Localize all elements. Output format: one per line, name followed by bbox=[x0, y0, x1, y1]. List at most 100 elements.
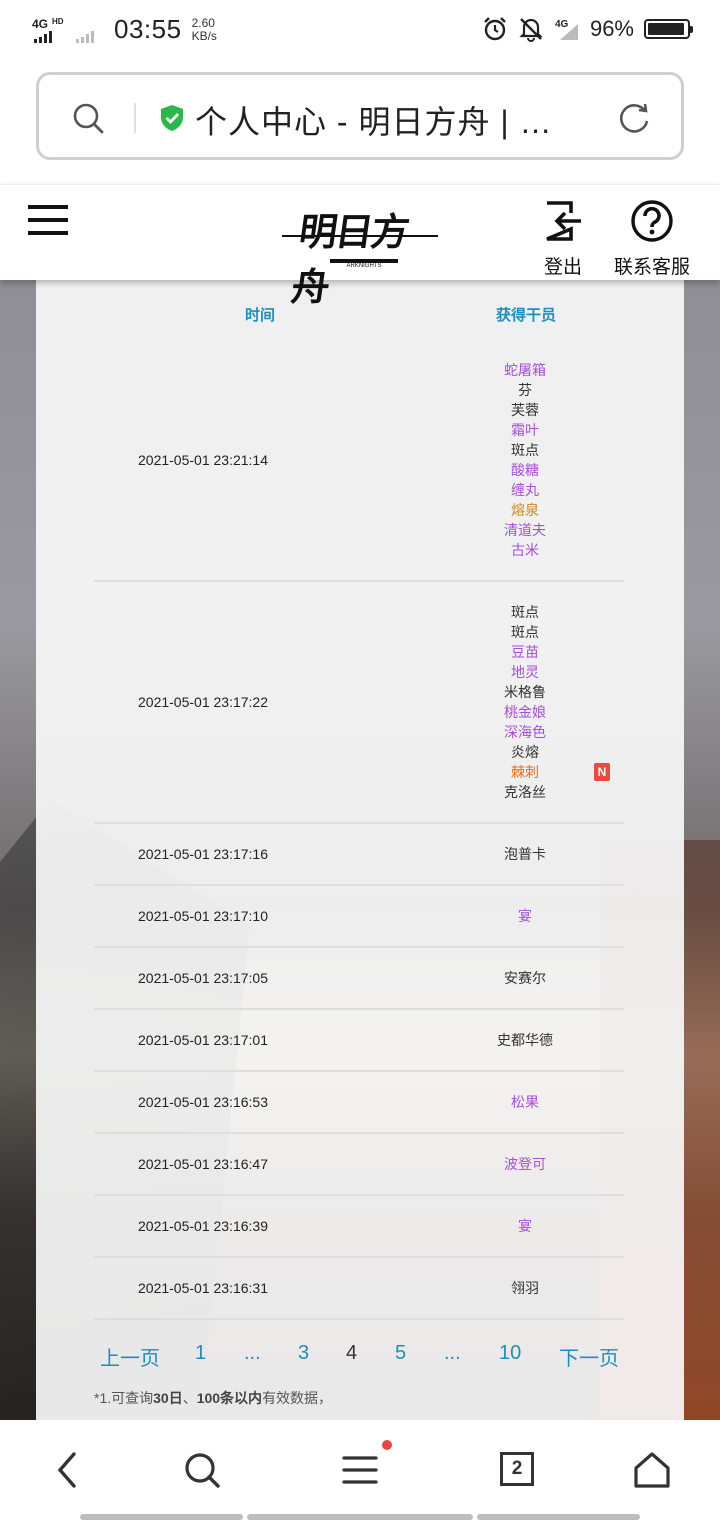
signal-sim2-icon bbox=[76, 15, 104, 45]
signal-4g-icon: 4G HD bbox=[30, 15, 66, 45]
signal-4g-icon-2: 4G bbox=[555, 19, 578, 40]
operator-name: 豆苗 bbox=[511, 644, 539, 660]
hamburger-menu-icon[interactable] bbox=[28, 205, 68, 237]
operator-name: 米格鲁 bbox=[504, 684, 546, 700]
menu-icon[interactable] bbox=[340, 1440, 392, 1490]
operator-name: 史都华德 bbox=[497, 1032, 553, 1048]
table-row: 2021-05-01 23:16:39 宴 bbox=[94, 1196, 624, 1258]
current-page: 4 bbox=[346, 1342, 358, 1364]
table-row: 2021-05-01 23:16:47 波登可 bbox=[94, 1134, 624, 1196]
table-row: 2021-05-01 23:17:10 宴 bbox=[94, 886, 624, 948]
row-operators: 松果 bbox=[388, 1092, 662, 1112]
page-3-link[interactable]: 3 bbox=[298, 1342, 309, 1365]
page-ellipsis: ... bbox=[244, 1342, 261, 1364]
page-10-link[interactable]: 10 bbox=[499, 1342, 521, 1365]
row-operators: 波登可 bbox=[388, 1154, 662, 1174]
page-1-link[interactable]: 1 bbox=[195, 1342, 206, 1365]
operator-name: 炎熔 bbox=[511, 744, 539, 760]
row-operators: 安赛尔 bbox=[388, 968, 662, 988]
row-operators: 史都华德 bbox=[388, 1030, 662, 1050]
operator-name: 斑点 bbox=[511, 442, 539, 458]
operator-name: 深海色 bbox=[504, 724, 546, 740]
mute-bell-icon bbox=[519, 18, 543, 42]
row-time: 2021-05-01 23:17:16 bbox=[138, 846, 268, 862]
row-operators: 翎羽 bbox=[388, 1278, 662, 1298]
operator-name: 波登可 bbox=[504, 1156, 546, 1172]
search-icon[interactable] bbox=[71, 101, 105, 135]
row-operators: 蛇屠箱芬芙蓉 霜叶 斑点 酸糖 缠丸 熔泉 清道夫 古米 bbox=[388, 360, 662, 560]
operator-name: 蛇屠箱 bbox=[504, 362, 546, 378]
history-table: 2021-05-01 23:21:14 蛇屠箱芬芙蓉 霜叶 斑点 酸糖 缠丸 熔泉 清道夫 古米… bbox=[94, 340, 624, 1320]
row-time: 2021-05-01 23:17:05 bbox=[138, 970, 268, 986]
battery-percent: 96% bbox=[589, 16, 634, 41]
logout-icon bbox=[546, 201, 581, 241]
row-time: 2021-05-01 23:16:47 bbox=[138, 1156, 268, 1172]
operator-name: 古米 bbox=[511, 542, 539, 558]
search-icon[interactable] bbox=[182, 1450, 222, 1490]
operator-name: 斑点 bbox=[511, 624, 539, 640]
operator-name: 地灵 bbox=[511, 664, 539, 680]
back-icon[interactable] bbox=[48, 1450, 88, 1490]
shield-check-icon bbox=[161, 105, 183, 131]
browser-bottom-nav: 2 bbox=[0, 1420, 720, 1520]
logo[interactable]: 明日方舟 ARKNIGHTS bbox=[282, 197, 438, 309]
column-header-operator: 获得干员 bbox=[495, 307, 556, 324]
operator-name: 宴 bbox=[518, 1218, 532, 1234]
operator-name: 宴 bbox=[518, 908, 532, 924]
operator-name: 克洛丝 bbox=[504, 784, 546, 800]
table-row: 2021-05-01 23:21:14 蛇屠箱芬芙蓉 霜叶 斑点 酸糖 缠丸 熔泉 清道夫 古米 bbox=[94, 340, 624, 582]
status-bar: 4G HD 03:55 2.60 KB/s 4G 96% bbox=[0, 0, 720, 64]
pagination: 上一页 1 ... 3 4 5 ... 10 下一页 bbox=[36, 1342, 684, 1372]
row-time: 2021-05-01 23:17:10 bbox=[138, 908, 268, 924]
operator-name: 斑点 bbox=[511, 604, 539, 620]
next-page-link[interactable]: 下一页 bbox=[559, 1342, 619, 1371]
operator-name: 安赛尔 bbox=[504, 970, 546, 986]
table-row: 2021-05-01 23:17:22 斑点 斑点 豆苗 地灵 米格鲁 桃金娘 深海色 炎熔 棘刺… bbox=[94, 582, 624, 824]
row-operators: 泡普卡 bbox=[388, 844, 662, 864]
row-time: 2021-05-01 23:17:22 bbox=[138, 694, 268, 710]
notification-dot bbox=[382, 1440, 392, 1450]
logout-button[interactable]: 登出 bbox=[540, 199, 586, 279]
clock: 03:55 bbox=[114, 14, 182, 44]
operator-name: 霜叶 bbox=[511, 422, 539, 438]
operator-name: 缠丸 bbox=[511, 482, 539, 498]
divider bbox=[134, 103, 136, 133]
reload-icon[interactable] bbox=[615, 99, 653, 137]
row-time: 2021-05-01 23:16:31 bbox=[138, 1280, 268, 1296]
page-5-link[interactable]: 5 bbox=[395, 1342, 406, 1365]
row-operators: 宴 bbox=[388, 1216, 662, 1236]
operator-name: 泡普卡 bbox=[504, 846, 546, 862]
row-operators: 宴 bbox=[388, 906, 662, 926]
operator-name: 芬 bbox=[518, 382, 532, 398]
tabs-icon: 2 bbox=[500, 1452, 534, 1486]
address-bar[interactable]: 个人中心 - 明日方舟 | … bbox=[36, 72, 684, 160]
gacha-history-card: 时间 获得干员 2021-05-01 23:21:14 蛇屠箱芬芙蓉 霜叶 斑点 酸糖缠… bbox=[36, 280, 684, 1420]
table-row: 2021-05-01 23:17:01 史都华德 bbox=[94, 1010, 624, 1072]
gesture-bar bbox=[477, 1514, 640, 1520]
table-row: 2021-05-01 23:16:31 翎羽 bbox=[94, 1258, 624, 1320]
battery-icon bbox=[644, 19, 693, 39]
network-speed: 2.60 KB/s bbox=[191, 15, 217, 43]
row-time: 2021-05-01 23:16:53 bbox=[138, 1094, 268, 1110]
site-header: 明日方舟 ARKNIGHTS 登出 联系客服 bbox=[0, 184, 720, 309]
contact-service-button[interactable]: 联系客服 bbox=[610, 199, 694, 279]
operator-name: 棘刺 N bbox=[388, 762, 662, 782]
operator-name: 桃金娘 bbox=[504, 704, 546, 720]
new-badge: N bbox=[594, 763, 610, 781]
operator-name: 翎羽 bbox=[511, 1280, 539, 1296]
operator-name: 酸糖 bbox=[511, 462, 539, 478]
prev-page-link[interactable]: 上一页 bbox=[100, 1342, 160, 1371]
page-ellipsis: ... bbox=[444, 1342, 461, 1364]
gesture-bar bbox=[80, 1514, 243, 1520]
table-row: 2021-05-01 23:16:53 松果 bbox=[94, 1072, 624, 1134]
alarm-icon bbox=[484, 17, 506, 41]
home-icon[interactable] bbox=[632, 1450, 672, 1490]
table-row: 2021-05-01 23:17:16 泡普卡 bbox=[94, 824, 624, 886]
table-row: 2021-05-01 23:17:05 安赛尔 bbox=[94, 948, 624, 1010]
page-title[interactable]: 个人中心 - 明日方舟 | … bbox=[195, 97, 585, 143]
operator-name: 清道夫 bbox=[504, 522, 546, 538]
row-time: 2021-05-01 23:21:14 bbox=[138, 452, 268, 468]
row-time: 2021-05-01 23:17:01 bbox=[138, 1032, 268, 1048]
query-note: *1.可查询30日、100条以内有效数据， bbox=[94, 1390, 333, 1406]
tabs-button[interactable]: 2 bbox=[498, 1450, 538, 1490]
